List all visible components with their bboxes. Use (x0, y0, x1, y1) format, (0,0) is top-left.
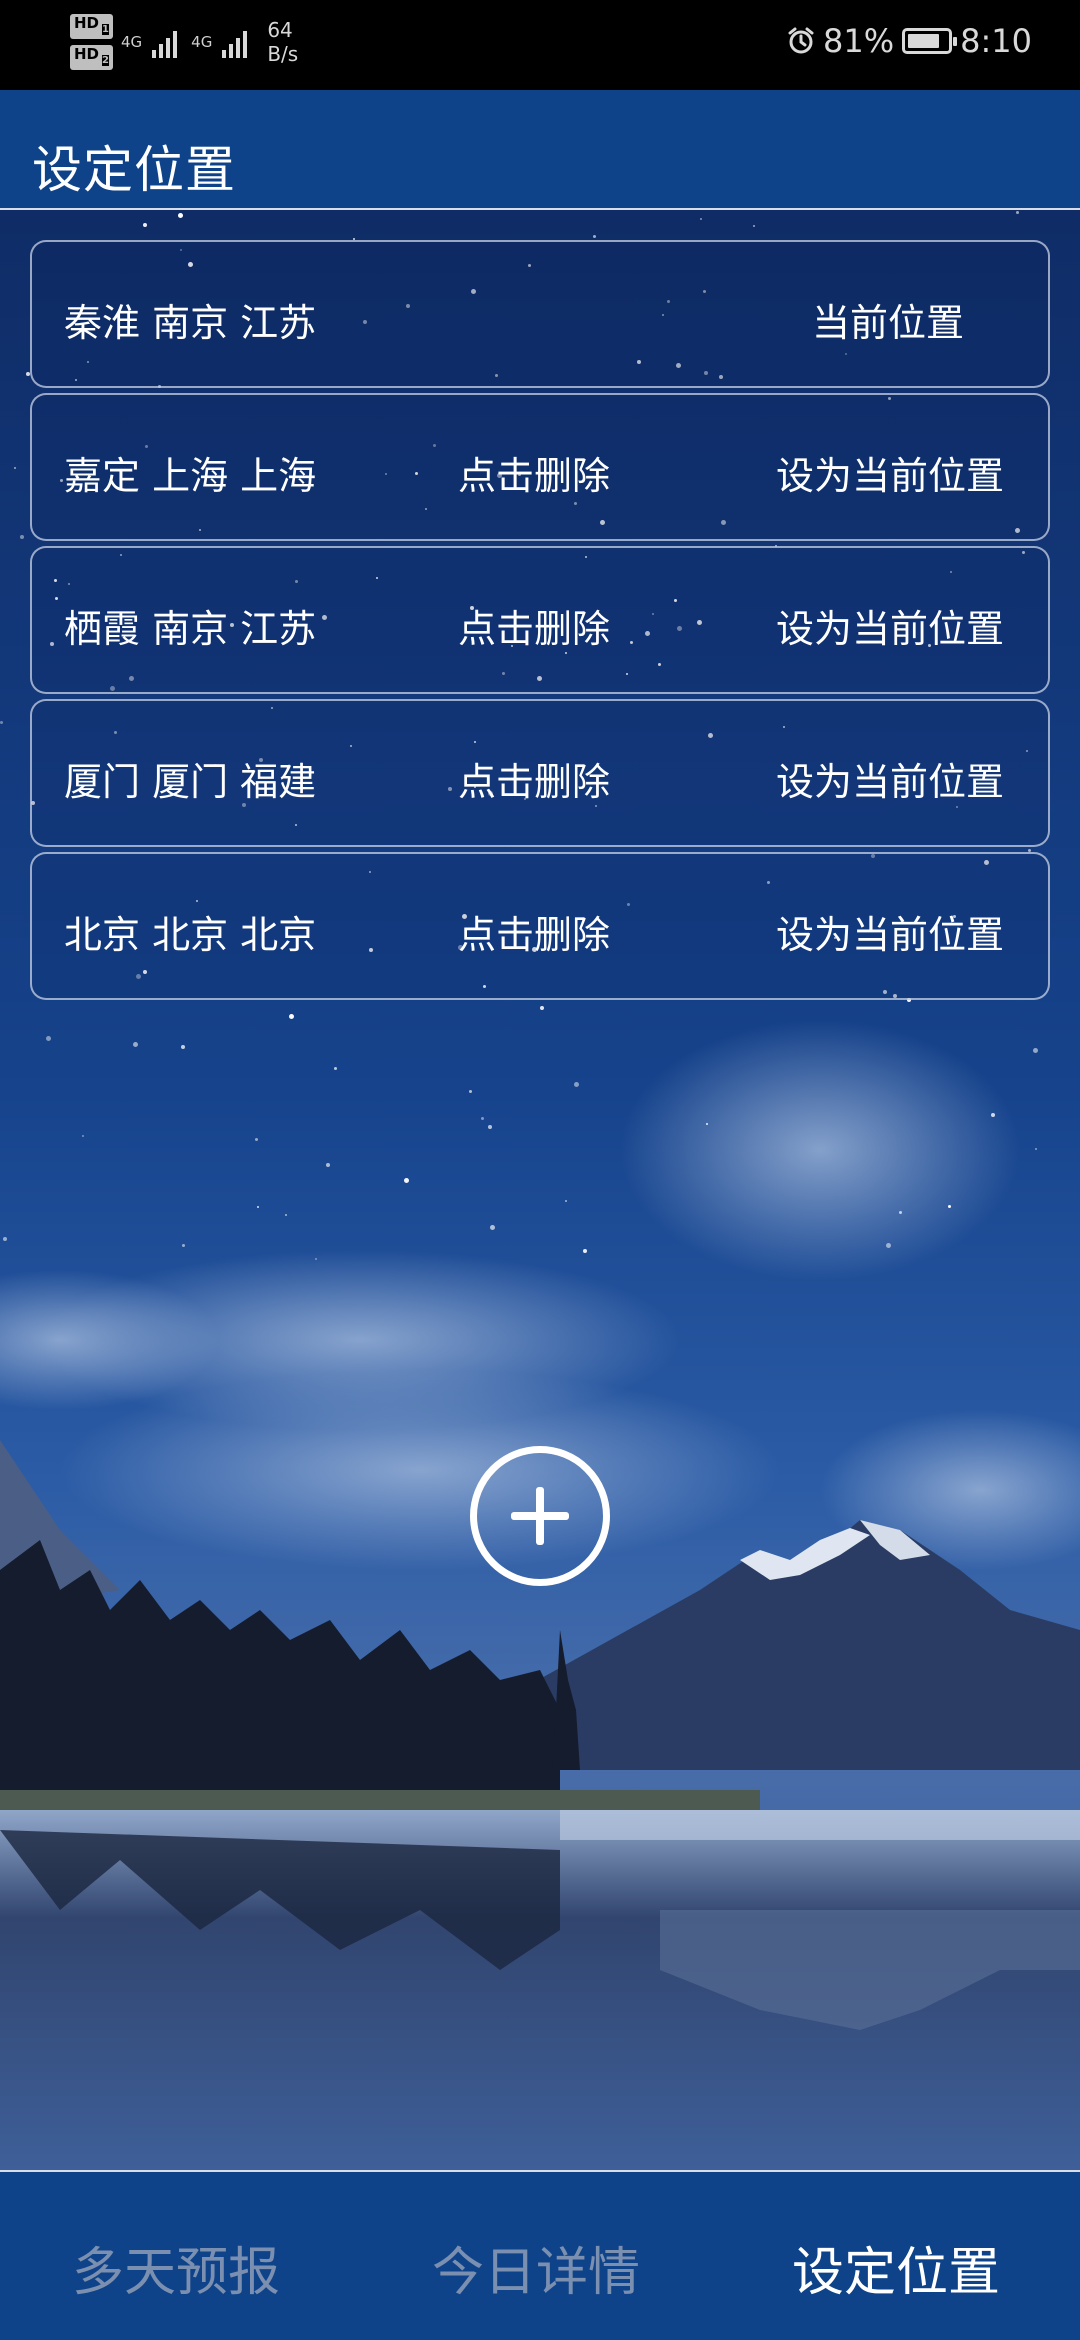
star (255, 1138, 258, 1141)
star (753, 225, 755, 227)
status-right: 81% 8:10 (787, 22, 1032, 60)
hd-indicators: HD 1 HD 2 (70, 14, 113, 70)
star (257, 1206, 259, 1208)
location-row-current[interactable]: 秦淮 南京 江苏 当前位置 (30, 240, 1050, 388)
set-current-location-button[interactable]: 设为当前位置 (776, 598, 1004, 653)
network-label-1: 4G (120, 33, 143, 51)
set-current-location-button[interactable]: 设为当前位置 (776, 904, 1004, 959)
add-location-button[interactable] (470, 1446, 610, 1586)
battery-fill (908, 34, 940, 48)
bottom-nav: 多天预报 今日详情 设定位置 (0, 2170, 1080, 2340)
battery-percent: 81% (823, 22, 895, 60)
nav-tab-set-location[interactable]: 设定位置 (792, 2230, 1000, 2305)
star (1016, 211, 1019, 214)
hd2-icon: HD 2 (70, 45, 113, 70)
star (991, 1113, 995, 1117)
star (1033, 1048, 1038, 1053)
star (404, 1178, 409, 1183)
star (593, 235, 596, 238)
delete-location-button[interactable]: 点击删除 (458, 904, 610, 959)
location-name: 秦淮 南京 江苏 (64, 301, 317, 345)
location-row: 嘉定 上海 上海 点击删除 设为当前位置 (30, 393, 1050, 541)
star (948, 1205, 951, 1208)
location-list: 秦淮 南京 江苏 当前位置 嘉定 上海 上海 点击删除 设为当前位置 栖霞 南京… (30, 240, 1050, 1005)
set-current-location-button[interactable]: 设为当前位置 (776, 751, 1004, 806)
battery-icon (902, 28, 958, 54)
delete-location-button[interactable]: 点击删除 (458, 445, 610, 500)
nav-tab-today-details[interactable]: 今日详情 (432, 2230, 640, 2305)
star (565, 1200, 567, 1202)
star (14, 467, 16, 469)
star (488, 1125, 492, 1129)
star (540, 1006, 544, 1010)
star (334, 1067, 337, 1070)
star (886, 1243, 891, 1248)
location-name: 栖霞 南京 江苏 (64, 607, 317, 651)
nav-tab-forecast[interactable]: 多天预报 (72, 2230, 280, 2305)
star (46, 1036, 51, 1041)
delete-location-button[interactable]: 点击删除 (458, 598, 610, 653)
star (181, 1045, 185, 1049)
location-name: 厦门 厦门 福建 (64, 760, 317, 804)
location-name: 嘉定 上海 上海 (64, 454, 317, 498)
star (481, 1117, 484, 1120)
star (315, 1258, 317, 1260)
location-row: 栖霞 南京 江苏 点击删除 设为当前位置 (30, 546, 1050, 694)
star (706, 1123, 708, 1125)
delete-location-button[interactable]: 点击删除 (458, 751, 610, 806)
star (285, 1214, 287, 1216)
star (0, 721, 3, 724)
star (82, 1135, 84, 1137)
signal-icon-2 (222, 26, 248, 58)
location-name: 北京 北京 北京 (64, 913, 317, 957)
location-row: 厦门 厦门 福建 点击删除 设为当前位置 (30, 699, 1050, 847)
network-label-2: 4G (191, 33, 213, 51)
star (899, 1211, 902, 1214)
alarm-icon (788, 27, 814, 54)
star (3, 1237, 7, 1241)
clock: 8:10 (960, 22, 1032, 60)
star (326, 1163, 330, 1167)
signal-icon (152, 26, 178, 58)
page-title: 设定位置 (32, 141, 236, 199)
status-left: HD 1 HD 2 4G 4G 64 B/s (70, 14, 298, 70)
status-bar: HD 1 HD 2 4G 4G 64 B/s 81% 8:10 (0, 0, 1080, 90)
star (182, 1244, 185, 1247)
star (490, 1225, 495, 1230)
star (1035, 1148, 1037, 1150)
star (178, 213, 183, 218)
set-current-location-button[interactable]: 设为当前位置 (776, 445, 1004, 500)
star (20, 535, 24, 539)
star (133, 1042, 138, 1047)
hd1-icon: HD 1 (70, 14, 113, 39)
star (583, 1249, 587, 1253)
star (700, 218, 702, 220)
star (289, 1014, 294, 1019)
star (574, 1082, 579, 1087)
app-header: 设定位置 (0, 90, 1080, 210)
current-location-label: 当前位置 (811, 301, 964, 345)
screen: HD 1 HD 2 4G 4G 64 B/s 81% 8:10 设定位置 秦淮 … (0, 0, 1080, 2340)
star (143, 223, 147, 227)
location-row: 北京 北京 北京 点击删除 设为当前位置 (30, 852, 1050, 1000)
network-speed: 64 B/s (267, 18, 299, 66)
star (469, 1090, 472, 1093)
